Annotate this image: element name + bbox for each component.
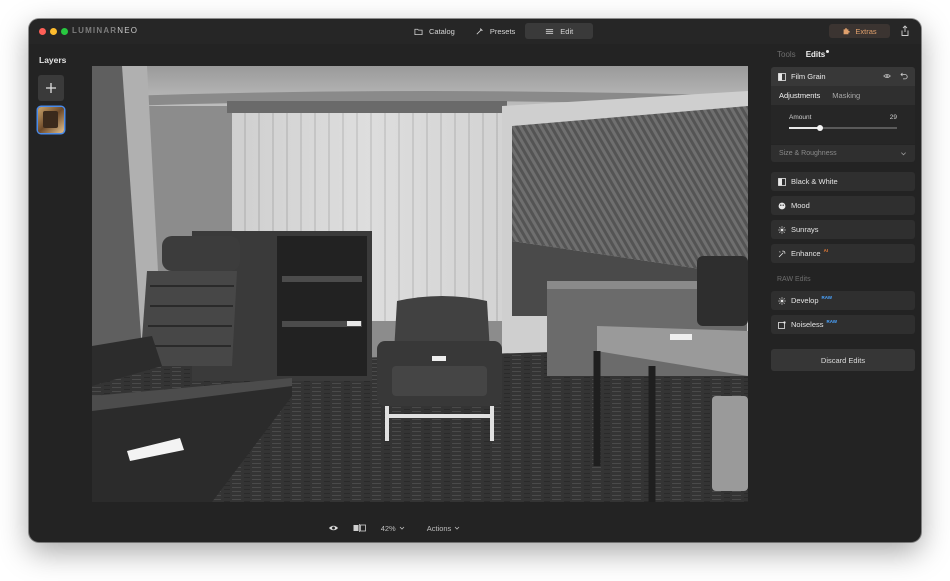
chevron-down-icon (901, 152, 906, 156)
layers-title: Layers (39, 55, 67, 65)
reset-undo-icon[interactable] (900, 72, 908, 80)
top-navigation: Catalog Presets Edit (404, 23, 594, 39)
size-roughness-section[interactable]: Size & Roughness (771, 144, 915, 162)
app-logo: LUMINARNEO (72, 26, 139, 35)
edits-indicator-dot (826, 50, 830, 53)
sunrays-icon (778, 225, 786, 234)
film-grain-panel: Film Grain Adjustments Masking Amount 29… (771, 67, 915, 162)
plus-icon (46, 83, 56, 93)
window-close-button[interactable] (39, 28, 46, 35)
zoom-dropdown[interactable]: 42% (381, 524, 405, 533)
amount-slider[interactable] (789, 124, 897, 131)
eye-preview-icon[interactable] (328, 524, 339, 532)
office-photo (92, 66, 748, 502)
tab-edit[interactable]: Edit (525, 23, 594, 39)
visibility-eye-icon[interactable] (883, 72, 891, 80)
folder-icon (414, 28, 423, 35)
tab-presets[interactable]: Presets (465, 23, 525, 39)
title-bar: LUMINARNEO Catalog Presets Edit Extras (29, 19, 921, 44)
amount-label: Amount (789, 114, 812, 121)
tab-catalog[interactable]: Catalog (404, 23, 465, 39)
window-minimize-button[interactable] (50, 28, 57, 35)
extras-puzzle-icon (843, 28, 850, 35)
film-grain-header[interactable]: Film Grain (771, 67, 915, 86)
presets-wand-icon (476, 27, 483, 34)
tool-develop[interactable]: Develop RAW (771, 291, 915, 310)
subtab-masking[interactable]: Masking (832, 91, 860, 100)
app-window: LUMINARNEO Catalog Presets Edit Extras L… (29, 19, 921, 542)
amount-value[interactable]: 29 (890, 114, 897, 121)
raw-edits-label: RAW Edits (777, 276, 811, 283)
compare-split-icon[interactable] (353, 524, 367, 532)
tab-tools[interactable]: Tools (777, 50, 796, 59)
black-white-icon (778, 177, 786, 186)
raw-badge: RAW (821, 295, 833, 300)
film-grain-subtabs: Adjustments Masking (771, 86, 915, 105)
mood-icon (778, 202, 786, 209)
photo-canvas[interactable] (92, 66, 748, 502)
tab-edits[interactable]: Edits (806, 50, 830, 59)
chevron-down-icon (455, 526, 460, 530)
tool-black-white[interactable]: Black & White (771, 172, 915, 191)
enhance-icon (778, 250, 786, 257)
ai-badge: AI (823, 248, 829, 253)
extras-button[interactable]: Extras (829, 24, 890, 38)
amount-slider-handle[interactable] (817, 124, 824, 131)
layer-thumbnail[interactable] (38, 107, 64, 133)
discard-edits-button[interactable]: Discard Edits (771, 349, 915, 371)
window-maximize-button[interactable] (61, 28, 68, 35)
tool-sunrays[interactable]: Sunrays (771, 220, 915, 239)
tool-noiseless[interactable]: Noiseless RAW (771, 315, 915, 334)
add-layer-button[interactable] (38, 75, 64, 101)
film-grain-icon (778, 72, 786, 81)
noiseless-icon (778, 320, 786, 329)
tool-enhance[interactable]: Enhance AI (771, 244, 915, 263)
amount-slider-area: Amount 29 (771, 105, 915, 144)
tool-mood[interactable]: Mood (771, 196, 915, 215)
right-panel-tabs: Tools Edits (777, 50, 830, 59)
chevron-down-icon (399, 526, 404, 530)
actions-dropdown[interactable]: Actions (427, 524, 461, 533)
raw-badge: RAW (826, 319, 838, 324)
develop-icon (778, 296, 786, 305)
subtab-adjustments[interactable]: Adjustments (779, 91, 820, 100)
sliders-icon (546, 28, 554, 34)
share-icon[interactable] (900, 25, 910, 37)
bottom-toolbar: 42% Actions (29, 519, 759, 537)
